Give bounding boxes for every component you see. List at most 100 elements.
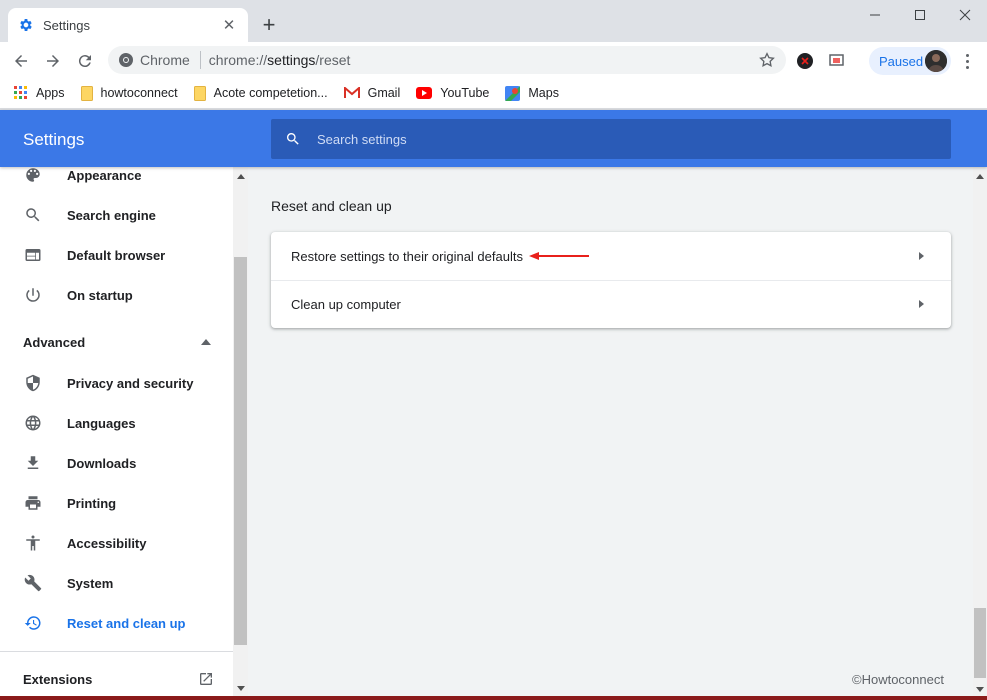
- bookmark-label: Maps: [528, 86, 559, 100]
- caret-right-icon: [919, 300, 924, 308]
- forward-button[interactable]: [40, 48, 66, 74]
- sidebar-item-appearance[interactable]: Appearance: [0, 167, 233, 195]
- bookmark-gmail[interactable]: Gmail: [343, 86, 400, 100]
- arrow-left-icon: [15, 55, 27, 67]
- url-host: settings: [267, 52, 316, 68]
- extension-icon[interactable]: [796, 52, 814, 70]
- row-label: Restore settings to their original defau…: [291, 248, 523, 264]
- menu-dot-icon: [965, 59, 969, 63]
- bookmark-label: YouTube: [440, 86, 490, 100]
- maximize-button[interactable]: [897, 0, 942, 30]
- watermark: ©Howtoconnect: [852, 672, 944, 687]
- sidebar-item-label: On startup: [67, 287, 133, 303]
- sidebar-item-accessibility[interactable]: Accessibility: [0, 523, 233, 563]
- bookmark-howtoconnect[interactable]: howtoconnect: [80, 85, 178, 101]
- main-content: Reset and clean up Restore settings to t…: [248, 167, 973, 700]
- search-box[interactable]: [271, 119, 951, 159]
- wrench-icon: [24, 574, 42, 592]
- avatar: [925, 50, 947, 72]
- gear-icon: [20, 19, 32, 31]
- extensions-label: Extensions: [23, 671, 93, 687]
- sidebar-scroll-down[interactable]: [233, 681, 248, 696]
- clean-up-computer-row[interactable]: Clean up computer: [271, 280, 951, 328]
- tab-settings[interactable]: Settings ✕: [8, 8, 248, 42]
- url-path: /reset: [315, 52, 351, 68]
- url-scheme: chrome://: [208, 52, 268, 68]
- address-bar[interactable]: Chrome chrome://settings/reset: [108, 46, 786, 74]
- sidebar-item-search-engine[interactable]: Search engine: [0, 195, 233, 235]
- apps-grid-icon: [14, 86, 27, 99]
- sidebar-scroll-up[interactable]: [233, 169, 248, 184]
- profile-paused-button[interactable]: Paused: [869, 47, 951, 75]
- main-scroll-down[interactable]: [973, 682, 987, 696]
- bookmark-acote[interactable]: Acote competetion...: [193, 85, 328, 101]
- row-label: Clean up computer: [291, 296, 401, 312]
- search-icon: [286, 132, 299, 145]
- sidebar-item-label: System: [67, 575, 114, 591]
- section-heading: Reset and clean up: [271, 198, 392, 214]
- star-icon[interactable]: [758, 51, 776, 69]
- sidebar-item-languages[interactable]: Languages: [0, 403, 233, 443]
- close-tab-icon[interactable]: ✕: [220, 16, 238, 34]
- address-separator: [199, 51, 201, 69]
- sidebar-item-printing[interactable]: Printing: [0, 483, 233, 523]
- sidebar-item-reset[interactable]: Reset and clean up: [0, 603, 233, 643]
- browser-window: Settings ✕ + Chrome chrome://settings/re…: [0, 0, 987, 700]
- cast-icon[interactable]: [828, 52, 846, 70]
- annotation-arrow-icon: [529, 252, 589, 260]
- bookmark-youtube[interactable]: YouTube: [416, 86, 489, 100]
- bookmark-label: Apps: [36, 86, 65, 100]
- bookmark-maps[interactable]: Maps: [505, 85, 559, 101]
- search-input[interactable]: [317, 131, 917, 147]
- maps-icon: [505, 85, 521, 101]
- sidebar-item-label: Printing: [67, 495, 117, 511]
- menu-dot-icon: [965, 53, 969, 57]
- sidebar-item-on-startup[interactable]: On startup: [0, 275, 233, 315]
- arrow-right-icon: [47, 55, 59, 67]
- url-text: chrome://settings/reset: [209, 52, 351, 68]
- gmail-icon: [343, 87, 360, 98]
- search-icon: [24, 206, 42, 224]
- maximize-icon: [914, 10, 925, 20]
- bookmark-apps[interactable]: Apps: [14, 86, 65, 100]
- sidebar-item-label: Search engine: [67, 207, 156, 223]
- new-tab-button[interactable]: +: [258, 14, 280, 36]
- main-scroll-up[interactable]: [973, 169, 987, 183]
- youtube-icon: [416, 87, 433, 99]
- caret-up-icon: [236, 174, 245, 179]
- sidebar-item-label: Accessibility: [67, 535, 147, 551]
- avatar-image-icon: [925, 50, 947, 72]
- reload-icon: [78, 55, 91, 68]
- folder-icon: [80, 85, 93, 101]
- caret-down-icon: [976, 686, 984, 692]
- close-window-button[interactable]: [942, 0, 987, 30]
- main-scrollbar-thumb[interactable]: [974, 608, 986, 678]
- bookmark-label: howtoconnect: [100, 86, 178, 100]
- sidebar-item-privacy[interactable]: Privacy and security: [0, 363, 233, 403]
- back-button[interactable]: [8, 48, 34, 74]
- minimize-button[interactable]: [852, 0, 897, 30]
- palette-icon: [24, 167, 42, 184]
- sidebar-item-downloads[interactable]: Downloads: [0, 443, 233, 483]
- menu-dot-icon: [965, 65, 969, 69]
- sidebar-advanced-toggle[interactable]: Advanced: [0, 322, 233, 362]
- sidebar-item-system[interactable]: System: [0, 563, 233, 603]
- folder-icon: [193, 85, 206, 101]
- tab-title: Settings: [43, 17, 90, 33]
- browser-window-icon: [24, 246, 42, 264]
- minimize-icon: [869, 14, 880, 16]
- download-icon: [24, 454, 42, 472]
- chrome-icon: [119, 53, 133, 67]
- sidebar-item-label: Appearance: [67, 167, 142, 183]
- tab-strip: Settings ✕ +: [0, 0, 987, 42]
- sidebar-item-label: Default browser: [67, 247, 166, 263]
- advanced-label: Advanced: [23, 334, 86, 350]
- sidebar-item-extensions[interactable]: Extensions: [0, 659, 233, 699]
- sidebar-scrollbar-thumb[interactable]: [234, 257, 247, 645]
- restore-defaults-row[interactable]: Restore settings to their original defau…: [271, 232, 951, 280]
- sidebar-item-default-browser[interactable]: Default browser: [0, 235, 233, 275]
- caret-right-icon: [919, 252, 924, 260]
- chevron-up-icon: [201, 339, 211, 345]
- menu-button[interactable]: [958, 51, 976, 71]
- reload-button[interactable]: [72, 48, 98, 74]
